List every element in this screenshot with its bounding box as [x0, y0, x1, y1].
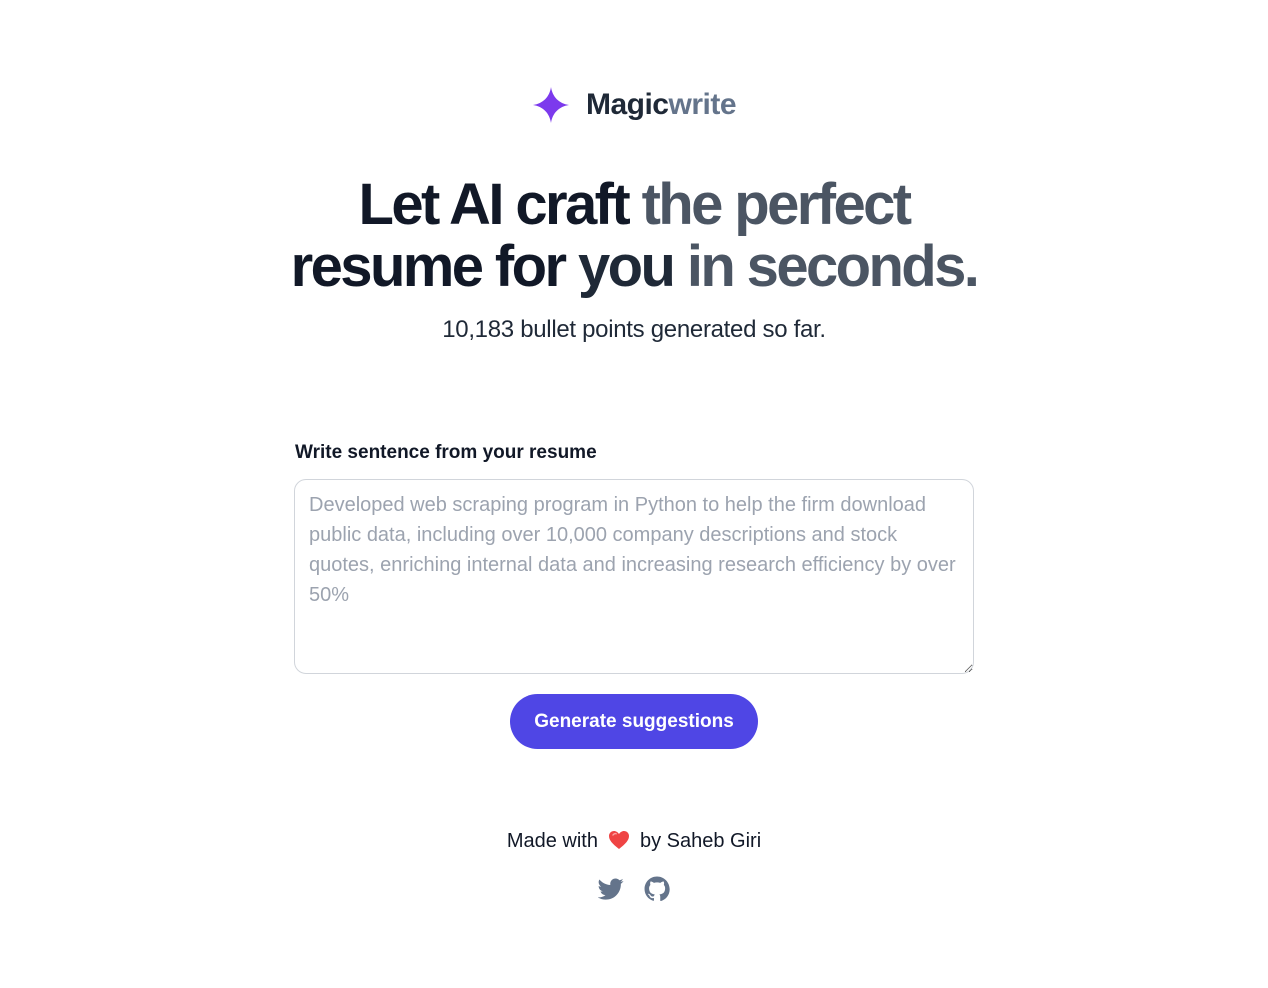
author-text: by Saheb Giri	[639, 830, 762, 852]
title-line2-mid: you	[577, 234, 676, 299]
footer-credit: Made with by Saheb Giri	[0, 830, 1268, 856]
resume-sentence-label: Write sentence from your resume	[295, 442, 597, 463]
twitter-icon[interactable]	[597, 876, 624, 902]
generate-suggestions-button[interactable]: Generate suggestions	[510, 694, 758, 749]
brand-name-part1: Magic	[585, 88, 669, 121]
title-line2-grey: in seconds.	[686, 234, 980, 299]
social-links	[0, 876, 1268, 902]
logo-link[interactable]: Magicwrite	[532, 86, 737, 124]
resume-sentence-container	[294, 479, 974, 674]
page-title: Let AI craft the perfect resume for you …	[0, 174, 1268, 298]
generated-count: 10,183 bullet points generated so far.	[442, 316, 826, 343]
page: Magicwrite Let AI craft the perfect resu…	[0, 0, 1268, 988]
github-icon[interactable]	[644, 876, 670, 902]
resume-sentence-input[interactable]	[294, 479, 974, 674]
title-line1-grey: the perfect	[641, 172, 913, 237]
brand-name-part2: write	[668, 88, 737, 121]
title-line2-dark: resume for	[290, 234, 567, 299]
logo: Magicwrite	[0, 84, 1268, 126]
sparkle-icon	[532, 86, 570, 124]
title-line1-dark: Let AI craft	[358, 172, 630, 237]
heart-icon	[608, 830, 630, 856]
brand-name: Magicwrite	[585, 88, 737, 122]
made-with-text: Made with	[506, 830, 598, 852]
